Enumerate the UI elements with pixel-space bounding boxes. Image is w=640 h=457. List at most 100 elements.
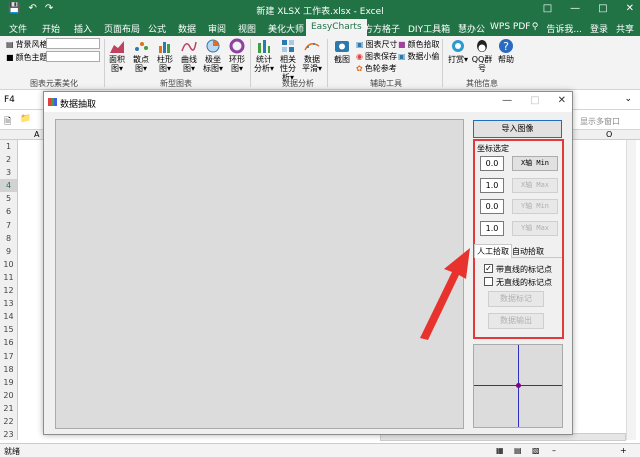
row-header[interactable]: 11 [0, 271, 17, 284]
row-header[interactable]: 10 [0, 258, 17, 271]
row-header[interactable]: 5 [0, 192, 17, 205]
tab-formulas[interactable]: 公式 [148, 22, 166, 35]
bg-style-item[interactable]: ▤ 背景风格 [6, 39, 48, 50]
data-mark-button[interactable]: 数据标记 [488, 291, 544, 307]
row-header[interactable]: 9 [0, 245, 17, 258]
row-header[interactable]: 2 [0, 153, 17, 166]
y-max-button[interactable]: Y轴 Max [512, 221, 558, 236]
help-button[interactable]: ? 帮助 [495, 38, 517, 64]
ring-chart-label: 环形图▾ [229, 55, 245, 73]
x-max-button[interactable]: X轴 Max [512, 178, 558, 193]
row-header[interactable]: 6 [0, 205, 17, 218]
row-header[interactable]: 23 [0, 428, 17, 441]
page-layout-icon[interactable]: ▤ [514, 446, 522, 455]
tab-beautify[interactable]: 美化大师 [268, 22, 304, 35]
chart-save-item[interactable]: ◉ 图表保存 [356, 51, 397, 62]
tab-view[interactable]: 视图 [238, 22, 256, 35]
row-header[interactable]: 19 [0, 376, 17, 389]
row-header[interactable]: 18 [0, 363, 17, 376]
row-header[interactable]: 1 [0, 140, 17, 153]
bg-style-select[interactable] [46, 38, 100, 49]
show-multi-window[interactable]: 显示多窗口 [580, 116, 620, 127]
data-export-button[interactable]: 数据输出 [488, 313, 544, 329]
tab-manual-pick[interactable]: 人工拾取 [474, 244, 512, 258]
color-ref-item[interactable]: ✿ 色轮参考 [356, 63, 397, 74]
normal-view-icon[interactable]: ▦ [496, 446, 504, 455]
tab-fangfang[interactable]: 方方格子 [364, 22, 400, 35]
ring-chart-button[interactable]: 环形图▾ [226, 38, 248, 73]
tab-insert[interactable]: 插入 [74, 22, 92, 35]
row-header[interactable]: 20 [0, 389, 17, 402]
tell-me-input[interactable]: 告诉我... [546, 22, 582, 35]
row-header[interactable]: 12 [0, 284, 17, 297]
ring-chart-icon [229, 38, 245, 54]
image-canvas[interactable] [55, 119, 464, 429]
screenshot-button[interactable]: 截图 [331, 38, 353, 64]
dialog-close-icon[interactable]: ✕ [558, 95, 566, 106]
tab-data[interactable]: 数据 [178, 22, 196, 35]
curve-chart-button[interactable]: 曲线图▾ [178, 38, 200, 73]
row-header[interactable]: 21 [0, 402, 17, 415]
zoom-in-icon[interactable]: + [620, 446, 627, 455]
row-header[interactable]: 16 [0, 336, 17, 349]
column-header-o[interactable]: O [606, 130, 612, 139]
tab-auto-pick[interactable]: 自动拾取 [510, 245, 546, 258]
area-chart-button[interactable]: 面积图▾ [106, 38, 128, 73]
chart-size-item[interactable]: ▣ 图表尺寸 [356, 39, 398, 50]
tab-file[interactable]: 文件 [9, 22, 27, 35]
minimize-icon[interactable]: — [570, 3, 580, 14]
tab-huibangong[interactable]: 慧办公 [458, 22, 485, 35]
row-header[interactable]: 14 [0, 310, 17, 323]
tab-review[interactable]: 审阅 [208, 22, 226, 35]
data-mini-item[interactable]: ▣ 数据小偷 [398, 51, 440, 62]
row-header[interactable]: 17 [0, 350, 17, 363]
x-max-input[interactable]: 1.0 [480, 178, 504, 193]
row-header[interactable]: 15 [0, 323, 17, 336]
name-box[interactable]: F4 [4, 95, 15, 105]
ribbon-display-icon[interactable]: □ [543, 3, 552, 14]
y-min-input[interactable]: 0.0 [480, 199, 504, 214]
correlation-button[interactable]: 相关性分析▾ [277, 38, 299, 82]
color-theme-item[interactable]: ■ 颜色主题 [6, 52, 48, 63]
row-header[interactable]: 4 [0, 179, 17, 193]
close-icon[interactable]: ✕ [626, 3, 634, 14]
dialog-minimize-icon[interactable]: — [502, 95, 512, 106]
import-image-button[interactable]: 导入图像 [473, 120, 562, 138]
with-line-checkbox[interactable]: ✓ [484, 264, 493, 273]
column-header-a[interactable]: A [34, 130, 39, 139]
maximize-icon[interactable]: □ [598, 3, 607, 14]
smoothing-button[interactable]: 数据平滑▾ [301, 38, 323, 73]
qq-group-button[interactable]: QQ群号 [471, 38, 493, 73]
tab-home[interactable]: 开始 [42, 22, 60, 35]
stat-analysis-button[interactable]: 统计分析▾ [253, 38, 275, 73]
vertical-scrollbar[interactable] [626, 140, 636, 440]
donate-button[interactable]: 打赏▾ [447, 38, 469, 64]
new-file-icon[interactable]: 🗎 [4, 114, 11, 130]
color-theme-select[interactable] [46, 51, 100, 62]
expand-formula-icon[interactable]: ⌄ [624, 94, 632, 104]
without-line-checkbox[interactable] [484, 277, 493, 286]
sign-in-link[interactable]: 登录 [590, 22, 608, 35]
x-min-input[interactable]: 0.0 [480, 156, 504, 171]
row-header[interactable]: 22 [0, 415, 17, 428]
row-header[interactable]: 13 [0, 297, 17, 310]
polar-chart-button[interactable]: 极坐标图▾ [202, 38, 224, 73]
tab-easycharts[interactable]: EasyCharts [306, 19, 367, 36]
row-header[interactable]: 8 [0, 232, 17, 245]
share-button[interactable]: 共享 [616, 22, 634, 35]
tab-diy[interactable]: DIY工具箱 [408, 22, 450, 35]
y-min-button[interactable]: Y轴 Min [512, 199, 558, 214]
tab-page-layout[interactable]: 页面布局 [104, 22, 140, 35]
open-folder-icon[interactable]: 📁 [20, 114, 31, 124]
page-break-icon[interactable]: ▧ [532, 446, 540, 455]
tab-wps-pdf[interactable]: WPS PDF [490, 22, 530, 32]
row-header[interactable]: 7 [0, 219, 17, 232]
row-header[interactable]: 3 [0, 166, 17, 179]
y-max-input[interactable]: 1.0 [480, 221, 504, 236]
color-pick-item[interactable]: ■ 颜色拾取 [398, 39, 440, 50]
zoom-out-icon[interactable]: – [552, 446, 556, 455]
x-min-button[interactable]: X轴 Min [512, 156, 558, 171]
row-headers: 1 2 3 4 5 6 7 8 9 10 11 12 13 14 15 16 1… [0, 140, 18, 440]
column-chart-button[interactable]: 柱形图▾ [154, 38, 176, 73]
scatter-chart-button[interactable]: 散点图▾ [130, 38, 152, 73]
